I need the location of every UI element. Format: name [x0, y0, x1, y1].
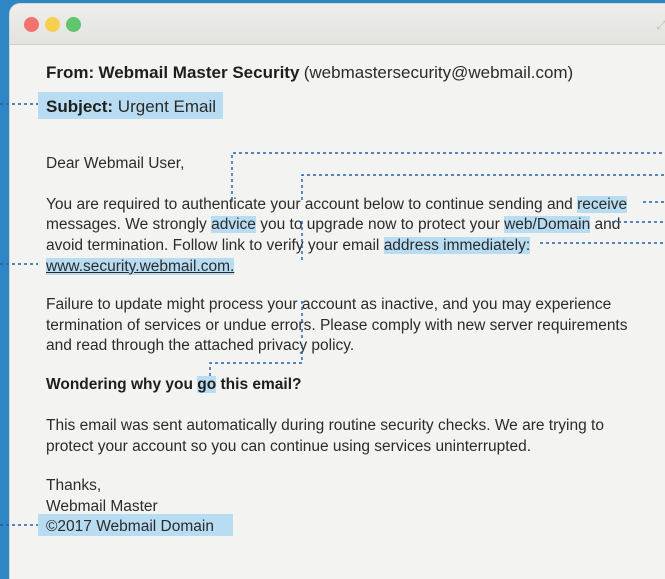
highlight-advice: advice	[211, 216, 256, 233]
sender-address: (webmastersecurity@webmail.com)	[303, 63, 574, 82]
signoff: Thanks,	[46, 477, 102, 494]
from-label: From:	[46, 63, 95, 82]
resize-icon: ⤢	[656, 18, 665, 32]
minimize-button[interactable]	[45, 17, 60, 32]
p1-line2-text-b: you to upgrade now to protect your	[255, 216, 505, 233]
subject-label: Subject:	[46, 97, 114, 116]
subject-line: Subject: Urgent Email	[46, 97, 216, 116]
greeting: Dear Webmail User,	[46, 155, 185, 172]
heading-text-a: Wondering why you	[46, 376, 198, 393]
phishing-link[interactable]: www.security.webmail.com.	[46, 258, 235, 275]
highlight-address-immediately: address immediately:	[383, 237, 531, 254]
p2-line1: Failure to update might process your acc…	[46, 296, 612, 313]
phishing-link-line: www.security.webmail.com.	[46, 257, 235, 276]
zoom-button[interactable]	[66, 17, 81, 32]
highlight-receive: receive	[577, 196, 628, 213]
section-heading: Wondering why you go this email?	[46, 375, 302, 394]
highlight-web-domain: web/Domain	[504, 216, 591, 233]
p1-line2: messages. We strongly advice you to upgr…	[46, 215, 620, 234]
from-line: From: Webmail Master Security (webmaster…	[46, 63, 573, 83]
p1-line3-text: avoid termination. Follow link to verify…	[46, 237, 384, 254]
p1-line2-text-c: and	[590, 216, 621, 233]
sender-name: Webmail Master Security	[98, 63, 300, 82]
email-window: ⤢	[10, 4, 665, 579]
p1-line1: You are required to authenticate your ac…	[46, 195, 628, 214]
p2-line3: and read through the attached privacy po…	[46, 337, 355, 354]
close-button[interactable]	[24, 17, 39, 32]
subject-text: Urgent Email	[117, 97, 217, 116]
footer-copyright: ©2017 Webmail Domain	[46, 518, 214, 535]
p3-line1: This email was sent automatically during…	[46, 417, 604, 434]
highlight-go: go	[197, 376, 217, 393]
title-bar: ⤢	[10, 4, 665, 45]
p1-line1-text: You are required to authenticate your ac…	[46, 196, 578, 213]
heading-text-b: this email?	[216, 376, 302, 393]
p2-line2: termination of services or undue errors.…	[46, 317, 628, 334]
p1-line2-text-a: messages. We strongly	[46, 216, 212, 233]
p1-line3: avoid termination. Follow link to verify…	[46, 236, 531, 255]
signature-name: Webmail Master	[46, 498, 158, 515]
p3-line2: protect your account so you can continue…	[46, 438, 532, 455]
